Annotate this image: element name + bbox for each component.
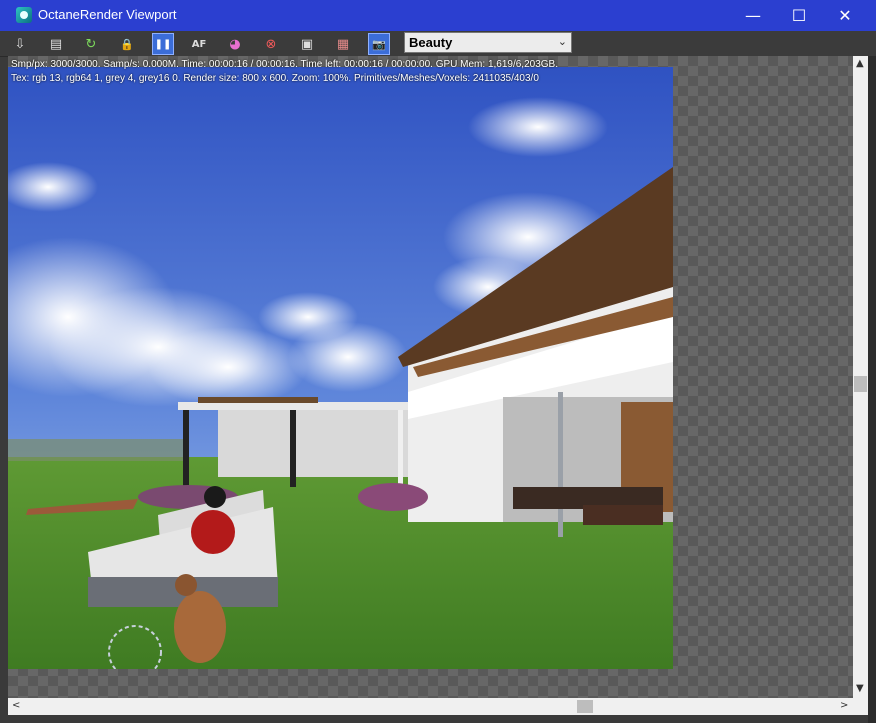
window-title: OctaneRender Viewport — [38, 7, 177, 22]
export-button[interactable]: ⇩ — [9, 33, 31, 55]
restart-render-button[interactable]: ↻ — [80, 33, 102, 55]
camera-icon: 📷 — [372, 37, 386, 51]
horizontal-scrollbar[interactable]: < > — [8, 698, 853, 715]
display-icon: ▣ — [300, 36, 314, 52]
scroll-up-icon[interactable]: ▲ — [856, 58, 864, 69]
film-icon: ▦ — [336, 36, 350, 52]
camera-button[interactable]: 📷 — [368, 33, 390, 55]
horizontal-scroll-thumb[interactable] — [577, 700, 593, 713]
clipboard-icon: ▤ — [49, 36, 63, 52]
render-stats-line-2: Tex: rgb 13, rgb64 1, grey 4, grey16 0. … — [11, 73, 539, 84]
render-image[interactable] — [8, 67, 673, 669]
rendered-scene — [8, 67, 673, 669]
title-bar[interactable]: OctaneRender Viewport — ☐ ✕ — [0, 0, 876, 31]
chevron-down-icon: ⌄ — [557, 36, 567, 48]
lock-icon: 🔒 — [120, 37, 134, 51]
minimize-button[interactable]: — — [730, 0, 776, 31]
close-icon: ✕ — [838, 6, 852, 25]
autofocus-icon: AF — [191, 38, 207, 50]
pause-icon: ❚❚ — [154, 38, 172, 50]
scroll-right-icon[interactable]: > — [840, 700, 848, 711]
close-button[interactable]: ✕ — [822, 0, 868, 31]
film-settings-button[interactable]: ▦ — [332, 33, 354, 55]
display-button[interactable]: ▣ — [296, 33, 318, 55]
restart-icon: ↻ — [85, 36, 97, 52]
pause-render-button[interactable]: ❚❚ — [152, 33, 174, 55]
copy-clipboard-button[interactable]: ▤ — [45, 33, 67, 55]
color-picker-icon: ◕ — [229, 36, 241, 52]
octane-viewport-window: OctaneRender Viewport — ☐ ✕ ⇩ ▤ ↻ 🔒 ❚❚ A… — [0, 0, 876, 723]
lock-button[interactable]: 🔒 — [116, 33, 138, 55]
autofocus-button[interactable]: AF — [188, 33, 210, 55]
minimize-icon: — — [745, 6, 761, 25]
region-render-button[interactable]: ⊗ — [260, 33, 282, 55]
vertical-scroll-thumb[interactable] — [854, 376, 867, 392]
region-render-icon: ⊗ — [265, 36, 277, 52]
scroll-down-icon[interactable]: ▼ — [856, 683, 864, 694]
export-icon: ⇩ — [14, 36, 26, 52]
render-pass-value: Beauty — [409, 35, 453, 50]
vertical-scrollbar[interactable]: ▲ ▼ — [853, 56, 868, 698]
window-edge — [868, 56, 876, 723]
render-pass-select[interactable]: Beauty ⌄ — [404, 32, 572, 53]
octane-app-icon — [16, 7, 32, 23]
scroll-left-icon[interactable]: < — [12, 700, 20, 711]
scrollbar-corner — [853, 698, 868, 715]
maximize-button[interactable]: ☐ — [776, 0, 822, 31]
color-picker-button[interactable]: ◕ — [224, 33, 246, 55]
render-viewport[interactable]: Smp/px: 3000/3000. Samp/s: 0.000M. Time:… — [8, 56, 853, 698]
maximize-icon: ☐ — [791, 6, 807, 25]
render-stats-line-1: Smp/px: 3000/3000. Samp/s: 0.000M. Time:… — [11, 59, 558, 70]
